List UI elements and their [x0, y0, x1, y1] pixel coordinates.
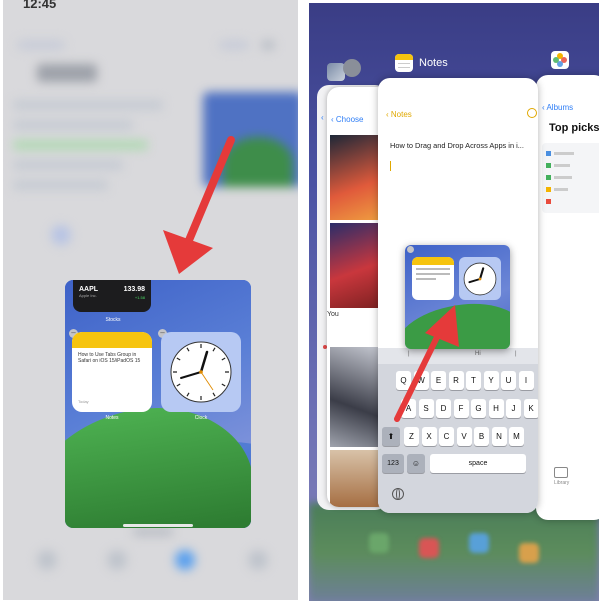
suggestion-middle[interactable]: Hi [475, 351, 481, 357]
key-g[interactable]: G [471, 399, 486, 418]
albums-back-label: Albums [546, 103, 574, 112]
more-options-icon[interactable] [527, 108, 537, 118]
dock-icon [107, 550, 127, 570]
blurred-row [13, 140, 148, 150]
suggestion-left[interactable]: | [408, 351, 410, 357]
preview-clock-widget [459, 257, 501, 300]
switcher-app-title: Notes [419, 57, 448, 69]
stock-change: +1.58 [134, 295, 145, 300]
blurred-dot [51, 225, 71, 245]
key-h[interactable]: H [488, 399, 504, 418]
blurred-app-icon [519, 543, 539, 563]
notes-widget-label: Notes [105, 415, 119, 421]
key-v[interactable]: V [456, 427, 472, 446]
globe-icon[interactable] [392, 488, 404, 500]
stock-price: 133.98 [123, 286, 145, 293]
photos-app-icon[interactable] [551, 51, 569, 69]
blurred-title [37, 64, 97, 82]
numbers-key[interactable]: 123 [382, 454, 404, 473]
emoji-icon[interactable]: ☺ [407, 454, 425, 473]
key-u[interactable]: U [501, 371, 516, 390]
right-panel-app-switcher: Notes ‹ ‹ Choose You ‹ Albums Top picks [309, 3, 599, 601]
key-q[interactable]: Q [396, 371, 411, 390]
blurred-app-icon [419, 538, 439, 558]
clock-icon [170, 341, 232, 403]
notes-back-label: Notes [390, 110, 412, 119]
blurred-thumbnail [203, 92, 298, 187]
key-d[interactable]: D [436, 399, 451, 418]
status-time: 12:45 [23, 0, 57, 11]
blurred-bar [219, 40, 249, 50]
app-card-photos-albums[interactable]: ‹ Albums Top picks Library [536, 75, 599, 520]
note-heading: How to Drag and Drop Across Apps in i... [390, 141, 524, 150]
shift-icon[interactable]: ⬆ [382, 427, 400, 446]
blurred-row [13, 180, 108, 190]
library-label: Library [554, 480, 570, 486]
key-b[interactable]: B [474, 427, 489, 446]
clock-widget-label: Clock [194, 415, 208, 421]
onscreen-keyboard: | Hi | QWERTYUI ASDFGHJK ZXCVBNM ⬆ 123 ☺… [378, 348, 538, 513]
camera-app-icon[interactable] [343, 59, 361, 77]
dragged-homescreen-preview[interactable] [405, 245, 510, 349]
blurred-caption [133, 528, 173, 536]
notes-app-icon[interactable] [395, 54, 413, 72]
albums-back-button[interactable]: ‹ Albums [542, 103, 573, 112]
you-label: You [327, 311, 339, 318]
dock-icon [175, 550, 195, 570]
notes-widget-date: Today [78, 399, 89, 404]
clock-icon [463, 262, 497, 295]
key-y[interactable]: Y [483, 371, 499, 390]
key-i[interactable]: I [518, 371, 534, 390]
preview-notes-widget [412, 257, 454, 300]
notes-widget-header [72, 332, 152, 348]
albums-list-panel [542, 143, 599, 213]
clock-widget[interactable] [161, 332, 241, 412]
blurred-row [13, 120, 133, 130]
top-picks-title: Top picks [549, 122, 599, 134]
key-z[interactable]: Z [404, 427, 419, 446]
stocks-widget-label: Stocks [105, 317, 121, 323]
key-x[interactable]: X [421, 427, 437, 446]
back-chevron-icon: ‹ [321, 113, 324, 122]
choose-label: Choose [335, 115, 364, 124]
key-t[interactable]: T [466, 371, 481, 390]
key-k[interactable]: K [523, 399, 538, 418]
space-key[interactable]: space [430, 454, 526, 473]
dragged-homescreen-card[interactable]: AAPL Apple Inc. 133.98 +1.58 Stocks – Ho… [65, 280, 251, 528]
notes-back-button[interactable]: ‹ Notes [386, 110, 412, 119]
blurred-bar [17, 40, 65, 50]
dock-icon [248, 550, 268, 570]
left-panel-ipad-home: 12:45 AAPL Apple Inc. 133.98 +1.58 Stock… [3, 0, 298, 600]
notes-widget-text: How to Use Tabs Group in Safari on iOS 1… [78, 352, 141, 365]
predictive-bar: | Hi | [378, 348, 538, 364]
blurred-row [13, 100, 163, 110]
library-icon[interactable] [554, 467, 568, 478]
dock-icon [37, 550, 57, 570]
stocks-widget[interactable]: AAPL Apple Inc. 133.98 +1.58 [73, 280, 151, 312]
notes-widget[interactable]: How to Use Tabs Group in Safari on iOS 1… [72, 332, 152, 412]
remove-widget-icon [407, 246, 414, 253]
key-j[interactable]: J [506, 399, 521, 418]
key-f[interactable]: F [453, 399, 469, 418]
key-c[interactable]: C [439, 427, 454, 446]
text-cursor [390, 161, 391, 171]
preview-hill [405, 298, 510, 349]
blurred-row [13, 160, 123, 170]
key-e[interactable]: E [431, 371, 446, 390]
key-s[interactable]: S [418, 399, 434, 418]
blurred-bar [261, 40, 275, 50]
composite-screenshot: 12:45 AAPL Apple Inc. 133.98 +1.58 Stock… [0, 0, 599, 603]
suggestion-right[interactable]: | [515, 351, 517, 357]
key-w[interactable]: W [413, 371, 429, 390]
blurred-app-icon [469, 533, 489, 553]
choose-button[interactable]: ‹ Choose [331, 115, 363, 124]
blurred-app-icon [369, 533, 389, 553]
key-a[interactable]: A [401, 399, 416, 418]
key-r[interactable]: R [448, 371, 464, 390]
key-m[interactable]: M [509, 427, 524, 446]
home-indicator [123, 524, 193, 527]
key-n[interactable]: N [491, 427, 507, 446]
